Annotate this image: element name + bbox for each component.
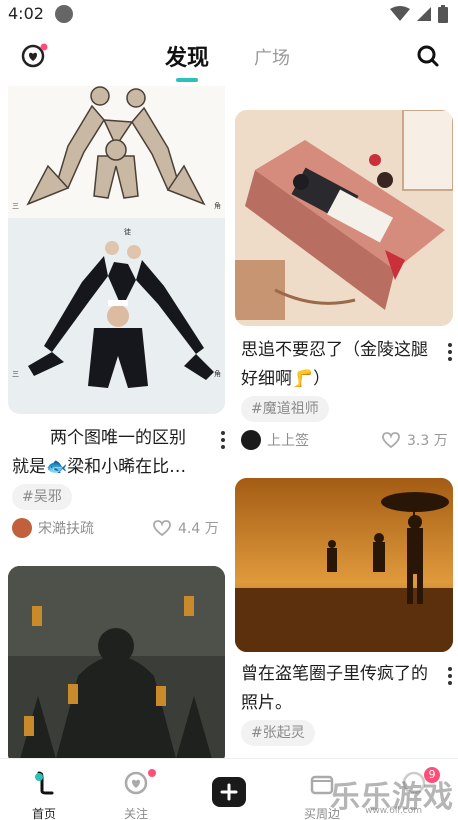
nav-home[interactable]: 首页 <box>6 759 82 820</box>
bedroom-illustration-image <box>235 110 453 326</box>
svg-text:角: 角 <box>214 201 221 210</box>
author-avatar <box>241 430 261 450</box>
svg-text:角: 角 <box>214 369 221 378</box>
signal-icon <box>417 7 431 21</box>
heart-outline-icon <box>382 432 400 449</box>
search-button[interactable] <box>416 44 440 68</box>
notification-dot-icon <box>55 5 73 23</box>
more-options-button[interactable] <box>218 430 228 449</box>
tab-square[interactable]: 广场 <box>254 44 290 70</box>
illustration-image: 三 角 三 角 徒 <box>8 86 225 414</box>
like-count: 3.3 万 <box>407 433 448 449</box>
publish-button[interactable] <box>212 777 246 807</box>
status-time: 4:02 <box>8 4 44 23</box>
follow-badge <box>148 769 156 777</box>
card-image[interactable] <box>235 110 453 326</box>
street-photo-image <box>235 478 453 652</box>
feed-card[interactable]: 思追不要忍了（金陵这腿好细啊🦵） #魔道祖师 上上签 3.3 万 <box>229 86 458 456</box>
card-image[interactable] <box>235 478 453 652</box>
author-info[interactable]: 上上签 <box>241 430 309 450</box>
more-options-button[interactable] <box>445 342 455 361</box>
feed-card[interactable]: 曾在盗笔圈子里传疯了的照片。 #张起灵 <box>229 478 458 758</box>
battery-icon <box>438 5 448 23</box>
author-avatar <box>12 518 32 538</box>
status-icons <box>390 5 448 23</box>
like-button[interactable]: 4.4 万 <box>152 518 219 538</box>
like-count: 4.4 万 <box>178 521 219 537</box>
feed-card[interactable] <box>0 566 229 758</box>
author-name: 宋澔扶疏 <box>38 521 94 537</box>
author-info[interactable]: 宋澔扶疏 <box>12 518 94 538</box>
nav-follow-label: 关注 <box>123 807 148 820</box>
discover-feed[interactable]: 三 角 三 角 徒 两个图唯一的区别就是🐟梁和小晞在比… #吴邪 宋澔扶疏 4.… <box>0 86 458 758</box>
heart-outline-icon <box>153 520 171 537</box>
feed-card[interactable]: 三 角 三 角 徒 两个图唯一的区别就是🐟梁和小晞在比… #吴邪 宋澔扶疏 4.… <box>0 86 229 538</box>
status-bar: 4:02 <box>0 0 458 28</box>
watermark-url: www.6ll.com <box>365 806 422 816</box>
follow-heart-icon <box>124 771 148 795</box>
card-title[interactable]: 两个图唯一的区别就是🐟梁和小晞在比… <box>12 424 202 482</box>
svg-text:三: 三 <box>12 202 19 210</box>
svg-text:徒: 徒 <box>124 227 131 236</box>
svg-text:三: 三 <box>12 370 19 378</box>
plus-icon <box>220 783 238 801</box>
tab-discover[interactable]: 发现 <box>165 40 209 72</box>
home-icon <box>35 771 54 795</box>
profile-avatar-button[interactable] <box>20 42 48 70</box>
nav-follow[interactable]: 关注 <box>98 759 174 820</box>
top-header: 发现 广场 <box>0 30 458 86</box>
author-name: 上上签 <box>267 433 309 449</box>
topic-tag[interactable]: #张起灵 <box>241 720 315 746</box>
card-image[interactable] <box>8 566 225 758</box>
active-tab-indicator <box>176 78 198 82</box>
card-title[interactable]: 曾在盗笔圈子里传疯了的照片。 <box>241 660 431 718</box>
card-image[interactable]: 三 角 三 角 徒 <box>8 86 225 414</box>
dark-illustration-image <box>8 566 225 758</box>
card-title[interactable]: 思追不要忍了（金陵这腿好细啊🦵） <box>241 336 431 394</box>
search-icon <box>417 45 439 67</box>
nav-home-label: 首页 <box>31 807 56 820</box>
topic-tag[interactable]: #魔道祖师 <box>241 396 329 422</box>
like-button[interactable]: 3.3 万 <box>381 430 448 450</box>
profile-heart-icon <box>21 43 48 68</box>
more-options-button[interactable] <box>445 666 455 685</box>
topic-tag[interactable]: #吴邪 <box>12 484 72 510</box>
wifi-icon <box>390 6 410 21</box>
